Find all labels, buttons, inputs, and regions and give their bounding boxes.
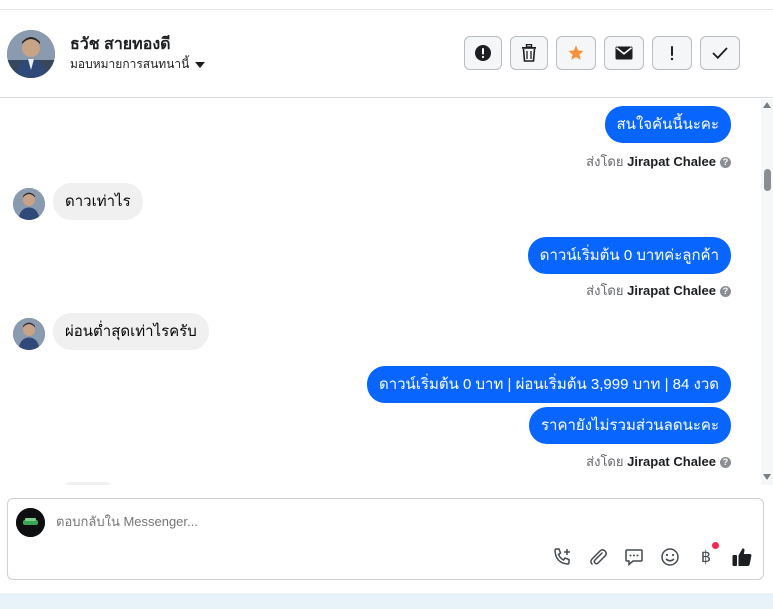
scroll-up-arrow-icon[interactable]	[763, 102, 771, 108]
sent-by-label: ส่งโดย Jirapat Chalee?	[586, 451, 731, 472]
info-icon[interactable]: ?	[720, 157, 731, 168]
agent-name: Jirapat Chalee	[627, 154, 716, 169]
delete-button[interactable]	[510, 36, 548, 70]
assign-conversation-dropdown[interactable]: มอบหมายการสนทนานี้	[70, 55, 206, 74]
outgoing-message: ราคายังไม่รวมส่วนลดนะคะ	[528, 407, 731, 444]
smiley-icon	[661, 548, 679, 566]
paperclip-icon	[590, 549, 607, 565]
envelope-icon	[615, 46, 633, 60]
like-button[interactable]	[731, 546, 753, 568]
saved-replies-button[interactable]	[623, 546, 645, 568]
assign-label: มอบหมายการสนทนานี้	[70, 57, 190, 71]
sent-by-label: ส่งโดย Jirapat Chalee?	[586, 280, 731, 301]
check-icon	[712, 47, 728, 59]
scroll-thumb[interactable]	[764, 169, 771, 191]
thread-scrollbar[interactable]	[761, 99, 773, 485]
alert-circle-icon	[475, 45, 491, 61]
incoming-message: ผ่อนต่ำสุดเท่าไรครับ	[53, 313, 209, 350]
agent-name: Jirapat Chalee	[627, 454, 716, 469]
outgoing-message: สนใจคันนี้นะคะ	[604, 106, 731, 143]
top-bar	[0, 0, 773, 10]
info-icon[interactable]: ?	[720, 457, 731, 468]
exclamation-icon	[670, 46, 674, 61]
attach-button[interactable]	[587, 546, 609, 568]
trash-icon	[522, 44, 536, 62]
follow-up-button[interactable]	[652, 36, 692, 70]
caret-down-icon	[195, 61, 206, 68]
info-icon[interactable]: ?	[720, 286, 731, 297]
message-thread[interactable]: สนใจคันนี้นะคะ ส่งโดย Jirapat Chalee? ดา…	[0, 99, 761, 485]
star-button[interactable]	[556, 36, 596, 70]
contact-avatar-small	[13, 188, 45, 220]
partial-message	[64, 482, 112, 485]
mark-done-button[interactable]	[700, 36, 740, 70]
call-add-button[interactable]	[551, 546, 573, 568]
payment-button[interactable]: ฿	[695, 542, 719, 568]
conversation-header: ธวัช สายทองดี มอบหมายการสนทนานี้	[0, 10, 773, 98]
star-icon	[568, 45, 584, 60]
agent-name: Jirapat Chalee	[627, 283, 716, 298]
incoming-message: ดาวเท่าไร	[53, 183, 143, 220]
composer-tools: ฿	[551, 542, 753, 568]
outgoing-message: ดาวน์เริ่มต้น 0 บาทค่ะลูกค้า	[527, 237, 731, 274]
outgoing-message: ดาวน์เริ่มต้น 0 บาท | ผ่อนเริ่มต้น 3,999…	[366, 366, 731, 403]
mark-unread-button[interactable]	[604, 36, 644, 70]
header-actions	[464, 36, 740, 70]
thumbs-up-icon	[732, 548, 752, 566]
reply-composer: ฿	[7, 498, 764, 580]
page-avatar	[16, 508, 45, 537]
footer-strip	[0, 593, 773, 609]
scroll-down-arrow-icon[interactable]	[763, 474, 771, 480]
notification-dot	[712, 542, 719, 549]
baht-icon: ฿	[700, 549, 712, 566]
emoji-button[interactable]	[659, 546, 681, 568]
contact-name[interactable]: ธวัช สายทองดี	[70, 32, 171, 57]
phone-plus-icon	[554, 548, 570, 565]
sent-by-label: ส่งโดย Jirapat Chalee?	[586, 151, 731, 172]
contact-avatar-small	[13, 318, 45, 350]
spam-report-button[interactable]	[464, 36, 502, 70]
contact-avatar[interactable]	[7, 30, 55, 78]
reply-input[interactable]	[56, 514, 656, 529]
chat-bubble-icon	[625, 549, 643, 567]
